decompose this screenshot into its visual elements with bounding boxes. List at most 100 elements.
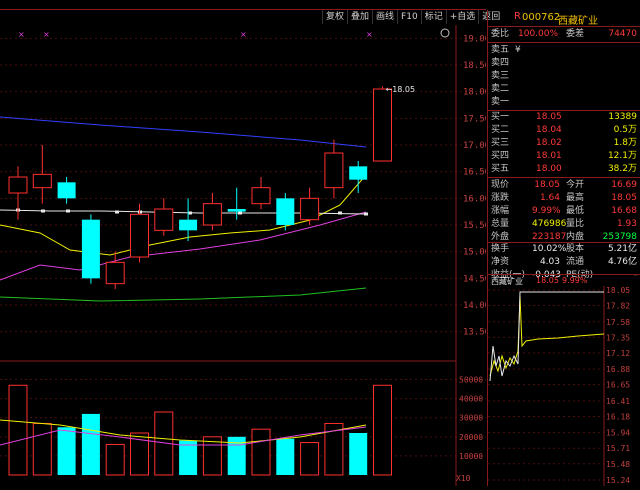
stat-value: 5.21亿: [607, 244, 637, 254]
toolbar-diejia-button[interactable]: 叠加: [347, 10, 372, 24]
stock-name[interactable]: 西藏矿业: [558, 12, 598, 27]
price-tick-label: 19.00: [463, 34, 486, 44]
toolbar-huaxian-button[interactable]: 画线: [372, 10, 397, 24]
weibi-row: 委比 100.00% 委差 74470: [488, 28, 640, 41]
volume-bar: [251, 428, 271, 476]
ask-label: 卖一: [491, 97, 510, 107]
price-tick-label: 17.50: [463, 114, 486, 124]
bid-price: 18.01: [536, 151, 562, 161]
kline-svg[interactable]: × × × × 18.00 17.50 17.00 16.50 16.00 15.50 15.00 1…: [0, 25, 490, 486]
stat-label: 股本: [566, 244, 585, 254]
stat-label: 今开: [566, 180, 585, 190]
bid-row: 买一 18.05 13389: [488, 111, 640, 124]
divider: [488, 26, 640, 27]
ask-label: 卖四: [491, 58, 510, 68]
stock-code[interactable]: 000762: [522, 12, 560, 23]
ma-dot: [364, 212, 368, 216]
close-icon: [440, 28, 450, 38]
bid-price: 18.00: [536, 164, 562, 174]
candle-body: [202, 203, 222, 226]
price-tick-label: 16.00: [463, 194, 486, 204]
mini-tick-label: 15.94: [606, 429, 630, 438]
volume-tick-label: 40000: [459, 395, 483, 404]
ask-row: 卖四: [488, 57, 640, 70]
price-tick-label: 13.50: [463, 328, 486, 338]
price-tick-label: 18.50: [463, 61, 486, 71]
bid-price: 18.04: [536, 125, 562, 135]
volume-bar: [349, 433, 368, 475]
intraday-mini-chart[interactable]: 18.05 17.82 17.58 17.35 17.12 16.88 16.65 16.41…: [488, 286, 640, 486]
stat-label: 换手: [491, 244, 510, 254]
weicha-value: 74470: [608, 29, 637, 39]
mini-tick-label: 16.65: [606, 381, 630, 390]
stat-label: 流通: [566, 257, 585, 267]
volume-bar: [8, 384, 28, 476]
candle-body: [324, 152, 344, 189]
marker-x: ×: [18, 30, 25, 39]
candle-body: [57, 182, 76, 199]
ma-dot: [41, 209, 45, 213]
divider: [488, 177, 640, 178]
stat-value: 18.05: [534, 180, 560, 190]
bid-volume: 1.8万: [613, 138, 637, 148]
bid-label: 买五: [491, 164, 510, 174]
volume-tick-label: 30000: [459, 414, 483, 423]
stat-label: 现价: [491, 180, 510, 190]
toolbar-biaoji-button[interactable]: 标记: [420, 10, 446, 24]
candle-body: [8, 176, 28, 194]
stat-value: 1.93: [616, 219, 637, 229]
stat-value: 9.99%: [532, 206, 561, 216]
yen-icon: ¥: [515, 45, 521, 55]
ma-line-blue: [0, 116, 367, 148]
ask-label: 卖三: [491, 71, 510, 81]
stat-row: 涨跌 1.64 最高 18.05: [488, 192, 640, 205]
ma-line-green: [0, 287, 367, 302]
bid-row: 买三 18.02 1.8万: [488, 137, 640, 150]
bid-volume: 13389: [608, 112, 637, 122]
candle-body: [373, 88, 392, 162]
toolbar-f10-button[interactable]: F10: [397, 10, 421, 24]
volume-tick-label: 50000: [459, 376, 483, 385]
price-tick-label: 17.00: [463, 141, 486, 151]
bid-row: 买四 18.01 12.1万: [488, 150, 640, 163]
divider: [488, 274, 640, 275]
bid-row: 买五 18.00 38.2万: [488, 163, 640, 176]
toolbar-add-watchlist-button[interactable]: +自选: [445, 10, 479, 24]
stat-row: 涨幅 9.99% 最低 16.68: [488, 205, 640, 218]
bid-row: 买二 18.04 0.5万: [488, 124, 640, 137]
volume-bar: [373, 384, 392, 476]
quote-panel: R 000762 西藏矿业 委比 100.00% 委差 74470 卖五 ¥ 卖…: [487, 10, 640, 486]
weibi-label: 委比: [491, 29, 510, 39]
volume-bar: [81, 413, 100, 475]
toolbar-fuquan-button[interactable]: 复权: [322, 10, 347, 24]
mini-price-line: [489, 291, 604, 382]
mini-tick-label: 15.71: [606, 444, 630, 453]
stat-row: 现价 18.05 今开 16.69: [488, 179, 640, 192]
mini-tick-label: 17.35: [606, 333, 630, 342]
last-price-label: ←18.05: [386, 85, 416, 94]
price-tick-label: 16.50: [463, 168, 486, 178]
chart-toolbar: 复权 叠加 画线 F10 标记 +自选 返回: [322, 10, 503, 24]
candle-body: [251, 187, 271, 205]
stat-value: 18.05: [611, 193, 637, 203]
kline-chart-area[interactable]: × × × × 18.00 17.50 17.00 16.50 16.00 15.50 15.00 1…: [0, 25, 490, 486]
candle-body: [227, 209, 246, 212]
mini-tick-label: 16.41: [606, 397, 630, 406]
bid-label: 买四: [491, 151, 510, 161]
ask-row: 卖二: [488, 83, 640, 96]
bid-volume: 0.5万: [613, 125, 637, 135]
candle-body: [300, 197, 320, 221]
candle-body: [105, 261, 125, 285]
volume-tick-label: 20000: [459, 433, 483, 442]
ask-row: 卖一: [488, 96, 640, 109]
stat-row: 总量 476986 量比 1.93: [488, 218, 640, 231]
mini-tick-label: 15.24: [606, 476, 630, 485]
price-tick-label: 15.00: [463, 248, 486, 258]
stat-label: 涨幅: [491, 206, 510, 216]
candle-body: [81, 219, 100, 279]
stat-label: 量比: [566, 219, 585, 229]
stat-value: -: [633, 270, 637, 280]
weicha-label: 委差: [566, 29, 585, 39]
ask-label: 卖五: [491, 45, 510, 55]
ask-row: 卖三: [488, 70, 640, 83]
